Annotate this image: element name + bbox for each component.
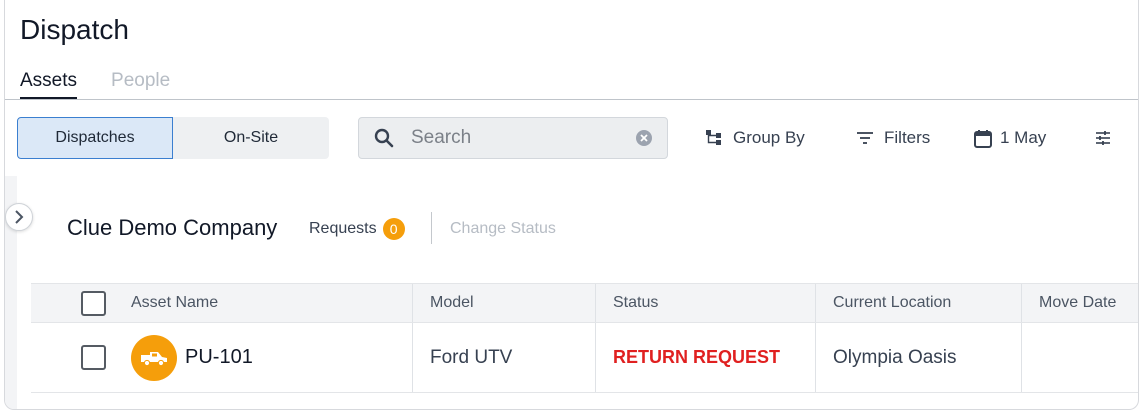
requests-button[interactable]: Requests 0 [309, 218, 405, 240]
location-cell: Olympia Oasis [816, 323, 1022, 392]
requests-label: Requests [309, 220, 377, 237]
search-box [358, 117, 668, 159]
calendar-icon [974, 129, 992, 148]
column-header-asset-name[interactable]: Asset Name [131, 284, 413, 322]
column-header-current-location[interactable]: Current Location [816, 284, 1022, 322]
dispatch-panel: Dispatch Assets People Dispatches On-Sit… [4, 0, 1139, 410]
search-icon [373, 127, 395, 149]
tab-assets[interactable]: Assets [20, 70, 78, 100]
on-site-button[interactable]: On-Site [173, 117, 329, 159]
group-by-label: Group By [733, 128, 805, 147]
date-label: 1 May [1000, 128, 1047, 147]
model-cell: Ford UTV [413, 323, 596, 392]
date-picker-button[interactable]: 1 May [974, 117, 1046, 159]
assets-table: Asset Name Model Status Current Location… [31, 283, 1138, 393]
filters-button[interactable]: Filters [856, 117, 930, 159]
asset-name-cell: PU-101 [131, 323, 413, 392]
view-toggle: Dispatches On-Site [17, 117, 329, 159]
filters-label: Filters [884, 128, 931, 147]
chevron-right-icon [15, 210, 24, 224]
group-by-icon [706, 130, 721, 145]
move-date-cell [1022, 323, 1138, 392]
tab-bar: Assets People [20, 70, 204, 100]
filter-icon [857, 132, 873, 144]
pickup-truck-icon [131, 334, 177, 381]
table-row[interactable]: PU-101 Ford UTV RETURN REQUEST Olympia O… [31, 323, 1138, 393]
select-all-checkbox[interactable] [81, 290, 106, 316]
requests-count-badge: 0 [382, 218, 405, 240]
column-header-status[interactable]: Status [596, 284, 816, 322]
group-by-button[interactable]: Group By [705, 117, 805, 159]
page-title: Dispatch [20, 14, 129, 45]
expand-sidebar-button[interactable] [5, 203, 33, 231]
change-status-button[interactable]: Change Status [450, 220, 556, 238]
tab-people[interactable]: People [111, 70, 170, 100]
table-header: Asset Name Model Status Current Location… [31, 283, 1138, 323]
clear-icon[interactable] [635, 129, 653, 147]
select-all-cell [31, 284, 131, 322]
tabs-divider [5, 99, 1138, 100]
column-header-move-date[interactable]: Move Date [1022, 284, 1138, 322]
status-badge: RETURN REQUEST [613, 347, 781, 367]
search-input[interactable] [411, 127, 621, 149]
column-header-model[interactable]: Model [413, 284, 596, 322]
row-select-cell [31, 323, 131, 392]
divider [431, 212, 432, 244]
row-checkbox[interactable] [81, 345, 106, 370]
asset-id[interactable]: PU-101 [185, 346, 253, 369]
settings-sliders-icon[interactable] [1094, 117, 1122, 159]
company-name: Clue Demo Company [67, 215, 278, 240]
dispatches-button[interactable]: Dispatches [17, 117, 173, 159]
status-cell: RETURN REQUEST [596, 323, 816, 392]
